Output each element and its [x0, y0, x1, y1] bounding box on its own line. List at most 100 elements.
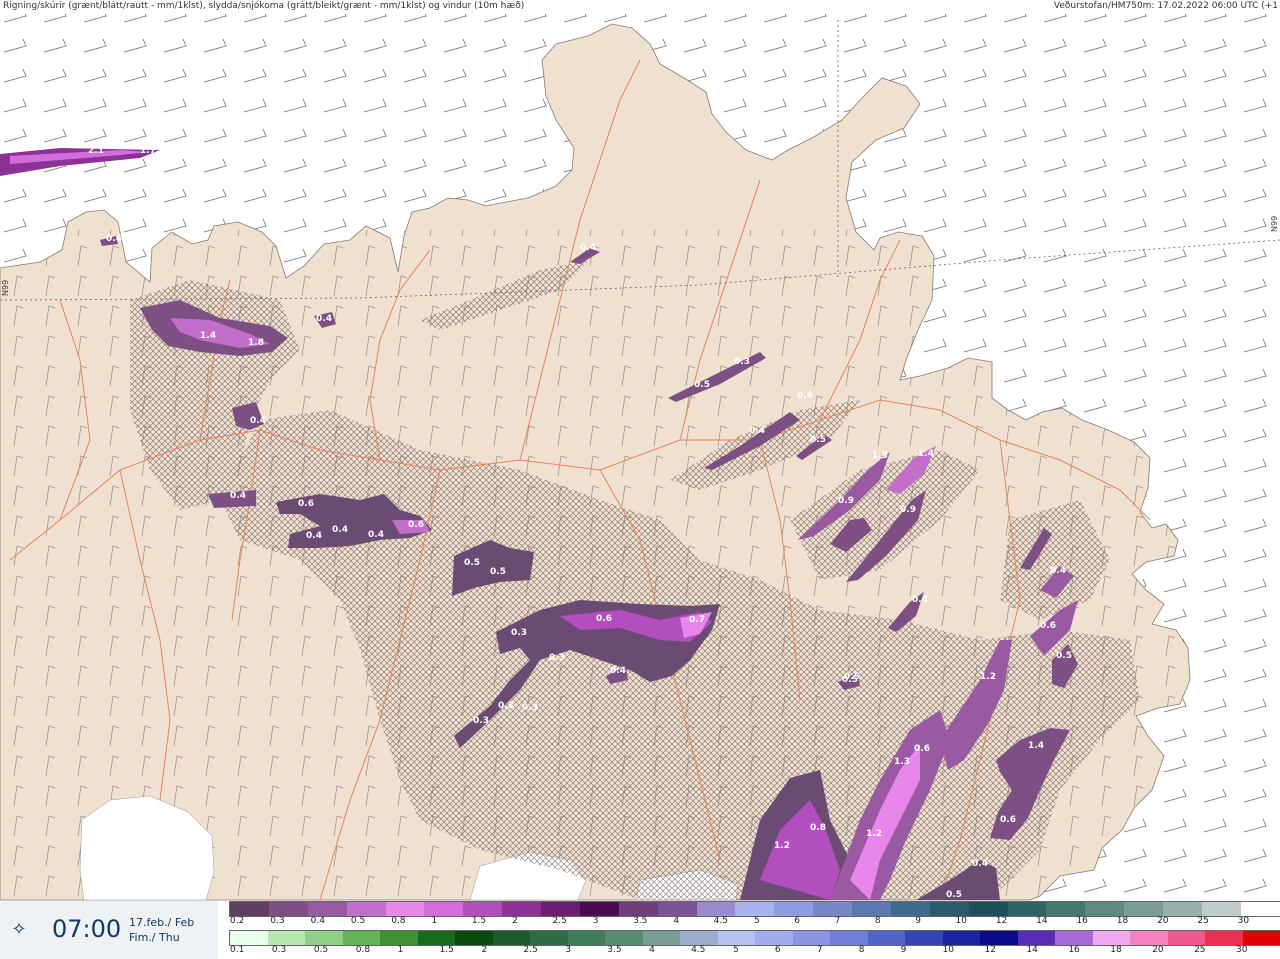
legend-swatch — [943, 931, 981, 945]
legend-label: 6 — [794, 916, 800, 926]
legend-swatch — [1243, 931, 1280, 945]
legend-label: 8 — [859, 945, 865, 955]
precip-value-label: 0.5 — [490, 567, 506, 577]
legend-label: 30 — [1238, 916, 1249, 926]
legend-label: 12 — [996, 916, 1007, 926]
legend-label: 16 — [1068, 945, 1079, 955]
precip-value-label: 0.4 — [316, 314, 332, 324]
weather-map: 2.11.70.41.41.80.40.40.40.40.60.40.40.60… — [0, 0, 1280, 958]
precip-value-label: 0.4 — [332, 525, 348, 535]
legend-swatch — [493, 931, 531, 945]
legend-swatch — [230, 902, 269, 916]
legend-swatch — [1241, 902, 1280, 916]
legend-label: 0.8 — [356, 945, 370, 955]
precip-value-label: 1.3 — [872, 451, 888, 461]
precip-value-label: 1.2 — [774, 841, 790, 851]
precip-value-label: 0.3 — [498, 701, 514, 711]
precip-value-label: 2.1 — [88, 146, 104, 156]
legend-label: 2 — [481, 945, 487, 955]
legend-swatch — [930, 902, 969, 916]
legend-swatch — [230, 931, 268, 945]
legend-swatch — [568, 931, 606, 945]
legend-label: 7 — [817, 945, 823, 955]
legend-label: 30 — [1236, 945, 1247, 955]
legend-label: 0.2 — [230, 916, 244, 926]
legend-swatch — [619, 902, 658, 916]
snow-color-legend — [229, 901, 1280, 917]
precip-value-label: 0.6 — [914, 744, 930, 754]
legend-swatch — [1093, 931, 1131, 945]
legend-label: 10 — [943, 945, 954, 955]
legend-label: 3 — [593, 916, 599, 926]
legend-label: 1 — [398, 945, 404, 955]
legend-swatch — [1018, 931, 1056, 945]
legend-swatch — [1085, 902, 1124, 916]
legend-label: 1.5 — [472, 916, 486, 926]
legend-label: 4 — [673, 916, 679, 926]
precip-value-label: 1.4 — [1028, 741, 1044, 751]
legend-label: 20 — [1152, 945, 1163, 955]
legend-label: 2.5 — [552, 916, 566, 926]
precip-value-label: 0.9 — [838, 496, 854, 506]
legend-swatch — [605, 931, 643, 945]
precip-value-label: 0.5 — [1056, 651, 1072, 661]
legend-swatch — [813, 902, 852, 916]
precip-value-label: 0.5 — [694, 380, 710, 390]
legend-label: 0.4 — [311, 916, 325, 926]
legend-swatch — [980, 931, 1018, 945]
legend-label: 1 — [432, 916, 438, 926]
legend-label: 1.5 — [440, 945, 454, 955]
precip-value-label: 0.4 — [106, 234, 122, 244]
legend-label: 14 — [1036, 916, 1047, 926]
precip-value-label: 0.4 — [797, 391, 813, 401]
legend-swatch — [830, 931, 868, 945]
legend-label: 3 — [565, 945, 571, 955]
legend-swatch — [643, 931, 681, 945]
precip-value-label: 0.8 — [810, 823, 826, 833]
grid-label-right: N99 — [1270, 216, 1279, 232]
precip-value-label: 0.6 — [298, 499, 314, 509]
precip-value-label: 0.3 — [734, 357, 750, 367]
legend-swatch — [343, 931, 381, 945]
precip-value-label: 0.3 — [549, 653, 565, 663]
legend-label: 2.5 — [523, 945, 537, 955]
precip-value-label: 1.2 — [980, 672, 996, 682]
precip-value-label: 0.4 — [749, 426, 765, 436]
precip-value-label: 0.3 — [473, 716, 489, 726]
legend-swatch — [305, 931, 343, 945]
legend-swatch — [269, 902, 308, 916]
legend-label: 18 — [1117, 916, 1128, 926]
legend-swatch — [1124, 902, 1163, 916]
legend-swatch — [718, 931, 756, 945]
legend-label: 4 — [649, 945, 655, 955]
legend-label: 8 — [875, 916, 881, 926]
precip-value-label: 0.5 — [946, 890, 962, 900]
rain-legend-labels: 0.10.30.50.811.522.533.544.5567891012141… — [229, 945, 1280, 957]
legend-swatch — [658, 902, 697, 916]
legend-swatch — [580, 902, 619, 916]
legend-label: 25 — [1197, 916, 1208, 926]
model-run-info: Veðurstofan/HM750m: 17.02.2022 06:00 UTC… — [1054, 1, 1278, 11]
precip-value-label: 0.4 — [912, 595, 928, 605]
precip-value-label: 0.6 — [596, 614, 612, 624]
legend-label: 6 — [775, 945, 781, 955]
legend-label: 0.3 — [272, 945, 286, 955]
legend-swatch — [541, 902, 580, 916]
legend-swatch — [1168, 931, 1206, 945]
legend-swatch — [891, 902, 930, 916]
legend-label: 9 — [915, 916, 921, 926]
legend-swatch — [969, 902, 1008, 916]
legend-label: 0.8 — [391, 916, 405, 926]
legend-label: 5 — [754, 916, 760, 926]
precip-value-label: 0.4 — [580, 243, 596, 253]
precip-value-label: 0.7 — [689, 615, 705, 625]
precip-value-label: 0.5 — [810, 435, 826, 445]
legend-swatch — [852, 902, 891, 916]
legend-swatch — [735, 902, 774, 916]
legend-swatch — [347, 902, 386, 916]
precip-value-label: 1.7 — [140, 146, 156, 156]
legend-label: 20 — [1157, 916, 1168, 926]
legend-label: 4.5 — [714, 916, 728, 926]
precip-value-label: 0.4 — [368, 530, 384, 540]
forecast-date-line2: Fim./ Thu — [129, 931, 180, 944]
